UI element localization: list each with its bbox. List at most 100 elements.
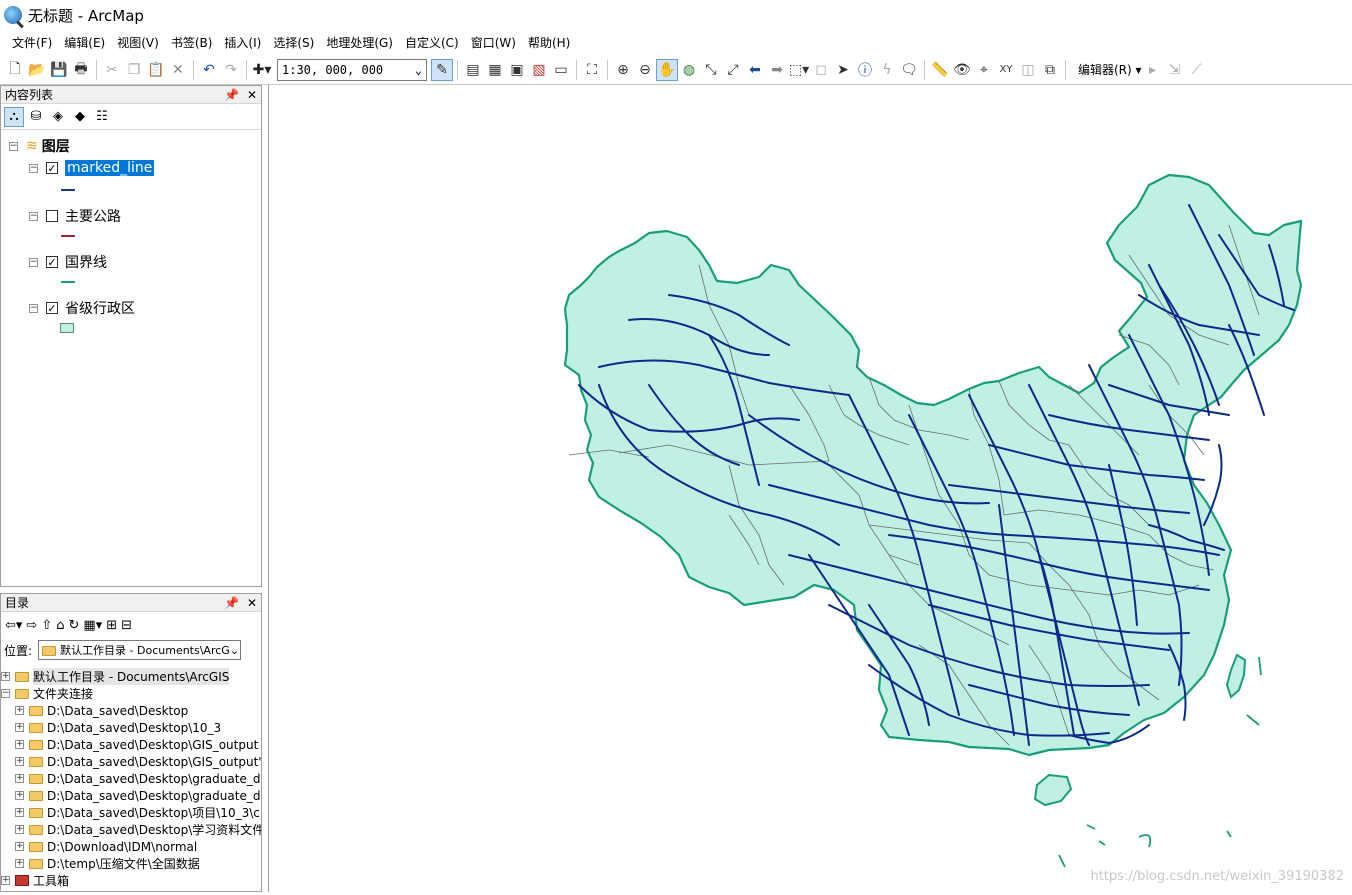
select-features-icon[interactable]: ⬚▾	[788, 59, 810, 81]
catalog-tree-item[interactable]: + 默认工作目录 - Documents\ArcGIS	[1, 668, 230, 685]
forward-icon[interactable]: ⇨	[26, 618, 37, 633]
expand-icon[interactable]: +	[15, 774, 24, 783]
find-route-icon[interactable]: ⌖	[973, 59, 995, 81]
layer-visibility-checkbox[interactable]: ✓	[46, 162, 58, 174]
home-icon[interactable]: ⌂	[56, 618, 64, 633]
save-icon[interactable]: 💾	[48, 59, 70, 81]
zoom-out-icon[interactable]: ⊖	[634, 59, 656, 81]
measure-icon[interactable]: 📏	[929, 59, 951, 81]
layer-symbol-swatch[interactable]	[60, 323, 74, 333]
delete-icon[interactable]: ✕	[167, 59, 189, 81]
collapse-icon[interactable]: −	[29, 163, 38, 173]
editor-menu[interactable]: 编辑器(R) ▾	[1078, 61, 1142, 78]
arctoolbox-icon[interactable]: ▧	[528, 59, 550, 81]
catalog-tree-item[interactable]: + D:\Data_saved\Desktop\10_3	[15, 719, 221, 736]
layer-symbol-swatch[interactable]	[61, 281, 75, 283]
menu-edit[interactable]: 编辑(E)	[58, 34, 111, 51]
layer-name[interactable]: 主要公路	[65, 206, 121, 226]
open-icon[interactable]: 📂	[26, 59, 48, 81]
collapse-icon[interactable]: −	[29, 257, 38, 267]
select-elements-arrow-icon[interactable]: ➤	[832, 59, 854, 81]
list-by-selection-icon[interactable]: ◆	[70, 107, 90, 127]
clear-selection-icon[interactable]: ◻	[810, 59, 832, 81]
options-icon[interactable]: ☷	[92, 107, 112, 127]
python-window-icon[interactable]: ▭	[550, 59, 572, 81]
time-slider-icon[interactable]: ◫	[1017, 59, 1039, 81]
collapse-icon[interactable]: −	[9, 141, 18, 151]
catalog-tree-item[interactable]: + D:\Data_saved\Desktop\GIS_output	[15, 736, 258, 753]
refresh-icon[interactable]: ↻	[69, 618, 80, 633]
expand-icon[interactable]: +	[15, 859, 24, 868]
catalog-tree-item[interactable]: + 工具箱	[1, 872, 69, 889]
undo-icon[interactable]: ↶	[198, 59, 220, 81]
expand-icon[interactable]: +	[15, 723, 24, 732]
forward-arrow-icon[interactable]: ➡	[766, 59, 788, 81]
edit-tool-icon[interactable]: ▸	[1142, 59, 1164, 81]
catalog-tree-item[interactable]: + D:\Data_saved\Desktop\graduate_d	[15, 787, 260, 804]
catalog-tree-item[interactable]: + D:\Download\IDM\normal	[15, 838, 197, 855]
close-icon[interactable]: ✕	[247, 596, 257, 610]
view-options-icon[interactable]: ▦▾	[83, 618, 102, 633]
expand-icon[interactable]: +	[1, 672, 10, 681]
expand-icon[interactable]: +	[1, 876, 10, 885]
layer-symbol-swatch[interactable]	[61, 235, 75, 237]
menu-file[interactable]: 文件(F)	[6, 34, 58, 51]
menu-bookmarks[interactable]: 书签(B)	[165, 34, 219, 51]
layer-row-main-roads[interactable]: − 主要公路	[29, 206, 121, 226]
paste-icon[interactable]: 📋	[145, 59, 167, 81]
menu-insert[interactable]: 插入(I)	[218, 34, 267, 51]
identify-icon[interactable]: ⓘ	[854, 59, 876, 81]
catalog-tree-item[interactable]: − 文件夹连接	[1, 685, 93, 702]
full-extent-globe-icon[interactable]: ◍	[678, 59, 700, 81]
layer-name[interactable]: 国界线	[65, 252, 107, 272]
back-arrow-icon[interactable]: ⬅	[744, 59, 766, 81]
straight-segment-icon[interactable]: ⟋	[1186, 59, 1208, 81]
layer-row-national-border[interactable]: − ✓ 国界线	[29, 252, 107, 272]
layer-row-provincial-regions[interactable]: − ✓ 省级行政区	[29, 298, 135, 318]
connect-folder-icon[interactable]: ⊞	[106, 618, 117, 633]
collapse-icon[interactable]: −	[29, 303, 38, 313]
close-icon[interactable]: ✕	[247, 88, 257, 102]
list-by-drawing-order-icon[interactable]: ⛬	[4, 106, 24, 127]
expand-icon[interactable]: +	[15, 842, 24, 851]
layer-name[interactable]: 省级行政区	[65, 298, 135, 318]
catalog-tree-item[interactable]: + D:\Data_saved\Desktop\项目\10_3\c	[15, 804, 260, 821]
expand-icon[interactable]: +	[15, 757, 24, 766]
map-view[interactable]: https://blog.csdn.net/weixin_39190382	[268, 85, 1352, 892]
menu-customize[interactable]: 自定义(C)	[399, 34, 465, 51]
new-document-icon[interactable]: 🗋	[4, 59, 26, 81]
expand-icon[interactable]: +	[15, 706, 24, 715]
go-to-xy-icon[interactable]: XY	[995, 59, 1017, 81]
fixed-zoom-out-icon[interactable]: ⤢	[722, 59, 744, 81]
back-icon[interactable]: ⇦▾	[5, 618, 22, 633]
find-binoculars-icon[interactable]: 👁	[951, 59, 973, 81]
table-of-contents-icon[interactable]: ▤	[462, 59, 484, 81]
menu-view[interactable]: 视图(V)	[111, 34, 165, 51]
map-scale-dropdown[interactable]: 1:30, 000, 000 ⌄	[277, 58, 427, 81]
list-by-visibility-icon[interactable]: ◈	[48, 107, 68, 127]
zoom-in-icon[interactable]: ⊕	[612, 59, 634, 81]
fixed-zoom-in-icon[interactable]: ⤡	[700, 59, 722, 81]
menu-help[interactable]: 帮助(H)	[522, 34, 576, 51]
create-viewer-window-icon[interactable]: ⧉	[1039, 59, 1061, 81]
hyperlink-icon[interactable]: ϟ	[876, 59, 898, 81]
pin-icon[interactable]: 📌	[224, 88, 239, 102]
model-builder-icon[interactable]: ⛶	[581, 59, 603, 81]
layer-visibility-checkbox[interactable]: ✓	[46, 256, 58, 268]
collapse-icon[interactable]: −	[1, 689, 10, 698]
catalog-window-icon[interactable]: ▦	[484, 59, 506, 81]
expand-icon[interactable]: +	[15, 740, 24, 749]
catalog-tree-item[interactable]: + D:\Data_saved\Desktop\GIS_output'	[15, 753, 261, 770]
add-data-icon[interactable]: ✚▾	[251, 59, 273, 81]
layer-name[interactable]: marked_line	[65, 160, 155, 176]
expand-icon[interactable]: +	[15, 825, 24, 834]
toggle-contents-icon[interactable]: ⊟	[121, 618, 132, 633]
layer-visibility-checkbox[interactable]	[46, 210, 58, 222]
catalog-tree-item[interactable]: + D:\temp\压缩文件\全国数据	[15, 855, 200, 872]
cut-icon[interactable]: ✂	[101, 59, 123, 81]
pin-icon[interactable]: 📌	[224, 596, 239, 610]
html-popup-icon[interactable]: 🗨	[898, 59, 920, 81]
catalog-tree-item[interactable]: + D:\Data_saved\Desktop\graduate_d	[15, 770, 260, 787]
menu-windows[interactable]: 窗口(W)	[465, 34, 522, 51]
catalog-tree-item[interactable]: + D:\Data_saved\Desktop\学习资料文件	[15, 821, 261, 838]
